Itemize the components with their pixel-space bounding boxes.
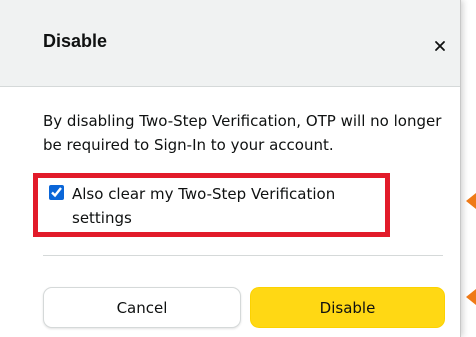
red-highlight-box <box>33 173 390 237</box>
annotation-arrow-icon <box>466 193 476 209</box>
disable-button[interactable]: Disable <box>250 287 445 328</box>
disable-dialog: Disable By disabling Two-Step Verificati… <box>0 0 461 337</box>
page-stage: Disable By disabling Two-Step Verificati… <box>0 0 476 337</box>
close-button[interactable] <box>430 36 450 56</box>
dialog-message: By disabling Two-Step Verification, OTP … <box>43 112 442 154</box>
dialog-divider <box>43 255 443 256</box>
close-icon <box>435 41 445 51</box>
dialog-title: Disable <box>43 31 108 51</box>
annotation-arrow-icon <box>466 289 476 305</box>
dialog-header: Disable <box>0 0 460 87</box>
cancel-button[interactable]: Cancel <box>43 287 241 328</box>
